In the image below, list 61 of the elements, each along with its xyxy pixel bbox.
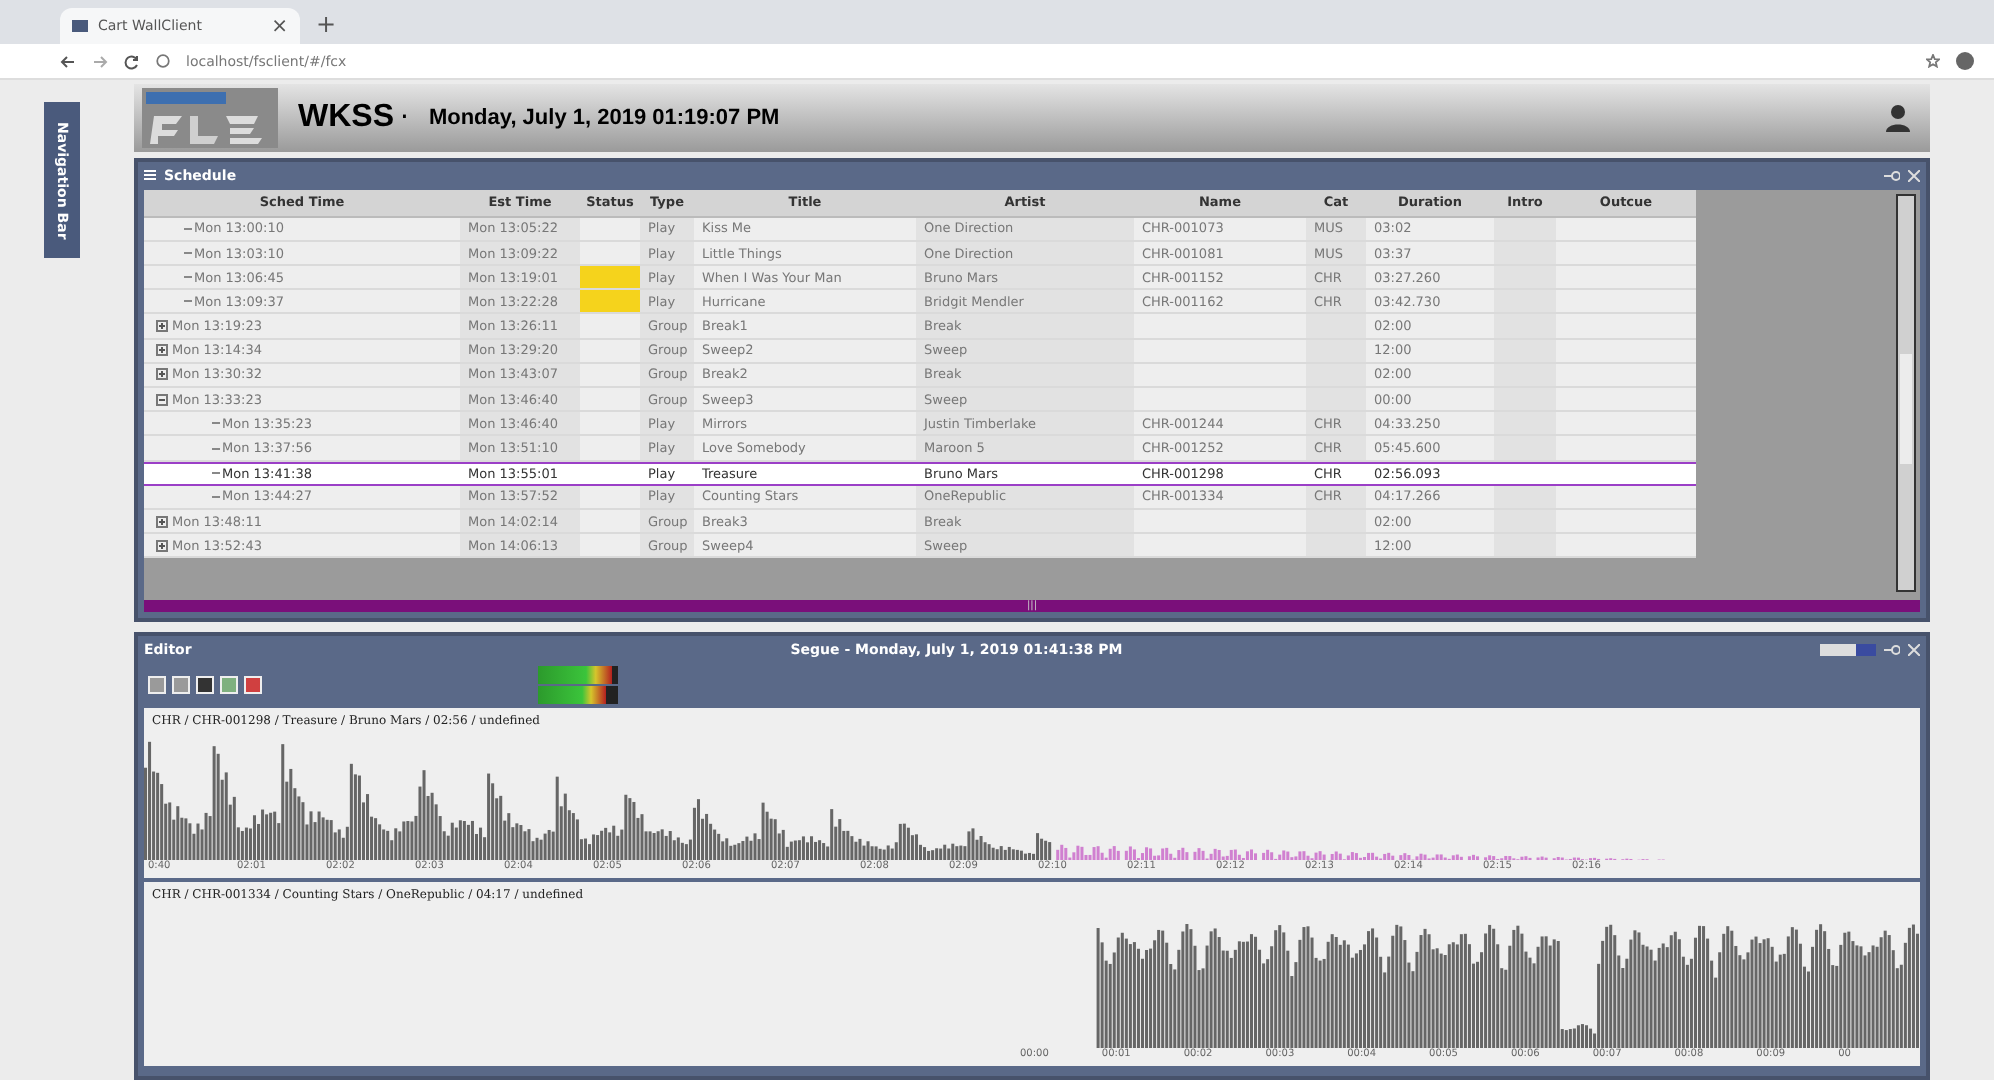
status-cell bbox=[580, 485, 640, 510]
user-icon[interactable] bbox=[1886, 103, 1910, 132]
expand-icon[interactable] bbox=[156, 368, 168, 381]
tree-line-icon bbox=[212, 447, 220, 450]
level-meter bbox=[538, 666, 618, 685]
schedule-cell bbox=[1556, 388, 1696, 413]
expand-icon[interactable] bbox=[156, 515, 168, 528]
status-cell bbox=[580, 314, 640, 340]
pin-icon[interactable] bbox=[1884, 169, 1900, 182]
toolbar-icon[interactable] bbox=[1820, 643, 1876, 656]
tree-line-icon bbox=[212, 495, 220, 498]
schedule-cell bbox=[1494, 485, 1556, 510]
reload-icon[interactable] bbox=[124, 53, 140, 69]
close-icon[interactable] bbox=[1908, 643, 1920, 656]
separator-text: · bbox=[400, 101, 409, 134]
scrollbar[interactable] bbox=[1896, 193, 1916, 592]
schedule-cell bbox=[1494, 436, 1556, 462]
level-meter bbox=[538, 686, 618, 705]
new-tab-button[interactable]: + bbox=[316, 10, 337, 38]
schedule-cell bbox=[1556, 509, 1696, 535]
schedule-cell bbox=[1556, 461, 1696, 486]
status-cell bbox=[580, 534, 640, 559]
star-icon[interactable] bbox=[1926, 54, 1940, 68]
tree-line-icon bbox=[184, 276, 192, 279]
schedule-cell bbox=[1556, 363, 1696, 389]
collapse-icon[interactable] bbox=[156, 393, 168, 406]
tree-line-icon bbox=[184, 227, 192, 230]
schedule-cell bbox=[1556, 241, 1696, 267]
tree-line-icon bbox=[212, 422, 220, 425]
back-icon[interactable] bbox=[60, 53, 76, 69]
pin-icon[interactable] bbox=[1884, 643, 1900, 656]
schedule-cell bbox=[1494, 534, 1556, 559]
tree-line-icon bbox=[212, 472, 220, 475]
expand-icon[interactable] bbox=[156, 539, 168, 552]
status-cell bbox=[580, 436, 640, 462]
app-icon bbox=[72, 20, 88, 32]
schedule-cell bbox=[1556, 290, 1696, 315]
info-icon bbox=[156, 54, 170, 68]
schedule-cell bbox=[1556, 266, 1696, 291]
schedule-cell bbox=[1556, 314, 1696, 340]
status-cell bbox=[580, 217, 640, 242]
schedule-cell bbox=[1556, 436, 1696, 462]
expand-icon[interactable] bbox=[156, 344, 168, 357]
schedule-cell bbox=[1306, 534, 1366, 559]
schedule-cell bbox=[1556, 412, 1696, 437]
schedule-cell bbox=[1494, 217, 1556, 242]
close-icon[interactable] bbox=[1908, 169, 1920, 182]
profile-icon[interactable] bbox=[1956, 52, 1974, 70]
station-name: WKSS bbox=[298, 99, 394, 136]
status-cell bbox=[580, 241, 640, 267]
schedule-cell bbox=[1556, 339, 1696, 364]
close-icon[interactable]: × bbox=[271, 15, 288, 37]
logo-drawing bbox=[142, 87, 278, 148]
schedule-cell bbox=[1556, 217, 1696, 242]
tree-line-icon bbox=[184, 300, 192, 303]
date-time: Monday, July 1, 2019 01:19:07 PM bbox=[428, 105, 782, 130]
expand-icon[interactable] bbox=[156, 320, 168, 333]
tree-line-icon bbox=[184, 252, 192, 255]
menu-icon[interactable] bbox=[144, 170, 156, 181]
schedule-cell bbox=[1556, 485, 1696, 510]
schedule-cell bbox=[1556, 534, 1696, 559]
